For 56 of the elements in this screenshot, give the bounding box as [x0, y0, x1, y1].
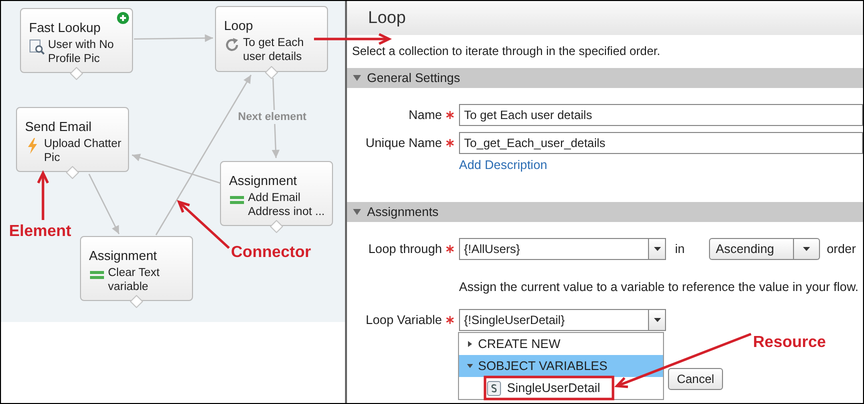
caret-icon: [654, 247, 660, 251]
annotation-label: Element: [9, 223, 72, 241]
panel-title: Loop: [368, 8, 406, 28]
annotation-label: Resource: [753, 334, 826, 352]
combo-field[interactable]: {!AllUsers}: [459, 238, 649, 260]
connector-label: Next element: [237, 110, 308, 124]
dropdown-button[interactable]: [649, 309, 666, 331]
menu-item[interactable]: SingleUserDetail: [459, 377, 663, 399]
lookup-icon: [29, 39, 45, 55]
flow-element[interactable]: Send Email Upload Chatter Pic: [16, 107, 129, 172]
element-type: Loop: [224, 18, 254, 33]
add-description-link[interactable]: Add Description: [459, 158, 548, 172]
element-label: Add Email Address inot ...: [248, 191, 326, 219]
variable-icon: [487, 380, 501, 396]
order-label: order: [826, 242, 856, 256]
section-header[interactable]: General Settings: [347, 68, 863, 88]
collapse-icon[interactable]: [353, 74, 361, 82]
panel-description: Select a collection to iterate through in the specified order.: [351, 43, 662, 60]
dropdown-button[interactable]: [649, 238, 666, 260]
collapse-icon: [467, 363, 473, 369]
combo-field[interactable]: {!SingleUserDetail}: [459, 309, 649, 331]
help-text: Assign the current value to a variable to reference the value in your flow.: [459, 280, 860, 294]
flow-element[interactable]: Loop To get Each user details: [215, 6, 328, 72]
field-label: Loop Variable: [364, 313, 442, 327]
element-type: Assignment: [229, 173, 298, 188]
cancel-button[interactable]: Cancel: [668, 368, 723, 390]
flow-element[interactable]: Assignment Add Email Address inot ...: [220, 161, 333, 226]
flow-element[interactable]: Assignment Clear Text variable: [80, 236, 193, 301]
text-field[interactable]: To get Each user details: [459, 104, 863, 126]
element-type: Fast Lookup: [29, 20, 102, 35]
menu-item[interactable]: SOBJECT VARIABLES: [459, 355, 663, 377]
element-label: To get Each user details: [243, 36, 305, 64]
loop-icon: [224, 37, 240, 53]
element-type: Send Email: [25, 119, 92, 134]
field-label: Name: [408, 108, 442, 122]
caret-icon: [802, 247, 810, 251]
element-type: Assignment: [89, 248, 158, 263]
element-label: Clear Text variable: [108, 266, 161, 294]
annotation-arrow: [37, 170, 49, 220]
collapse-icon[interactable]: [353, 208, 361, 216]
menu-item[interactable]: CREATE NEW: [459, 333, 663, 355]
annotation-arrow: [176, 200, 230, 249]
in-label: in: [675, 242, 685, 256]
element-label: User with No Profile Pic: [48, 38, 115, 66]
field-label: Unique Name: [364, 136, 442, 150]
text-field[interactable]: To_get_Each_user_details: [459, 132, 863, 154]
flow-element[interactable]: Fast Lookup User with No Profile Pic: [20, 8, 133, 73]
connector-arrow: [88, 174, 120, 234]
section-header[interactable]: Assignments: [347, 202, 863, 222]
element-label: Upload Chatter Pic: [44, 137, 122, 165]
order-select[interactable]: Ascending: [708, 238, 794, 260]
field-label: Loop through: [367, 242, 442, 256]
annotation-label: Connector: [231, 244, 311, 262]
dropdown-button[interactable]: [794, 238, 820, 260]
expand-icon: [467, 341, 473, 347]
caret-icon: [654, 318, 660, 322]
